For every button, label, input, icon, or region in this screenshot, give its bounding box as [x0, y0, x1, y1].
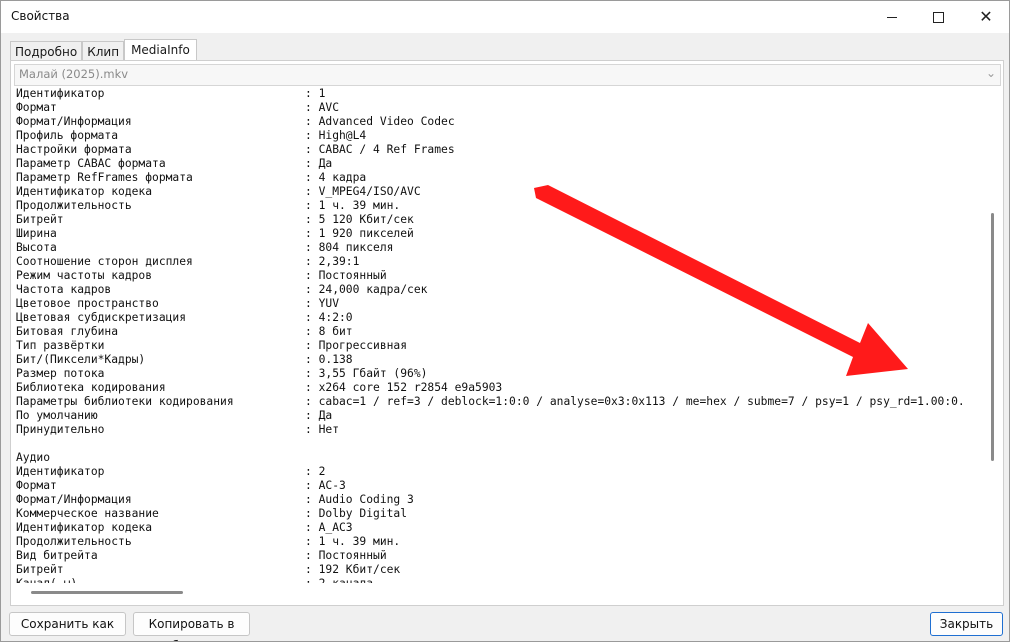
minimize-icon — [887, 16, 897, 18]
info-value: : 1 — [305, 87, 326, 100]
info-value: : Audio Coding 3 — [305, 493, 414, 506]
close-icon: ✕ — [979, 7, 993, 26]
info-value: : 2,39:1 — [305, 255, 360, 268]
maximize-button[interactable] — [915, 1, 961, 33]
info-label: Ширина — [16, 227, 57, 240]
info-value: : YUV — [305, 297, 340, 310]
info-value: : Нет — [305, 423, 340, 436]
info-value: : cabac=1 / ref=3 / deblock=1:0:0 / anal… — [305, 395, 965, 408]
info-value: : 5 120 Кбит/сек — [305, 213, 414, 226]
info-value: : High@L4 — [305, 129, 367, 142]
info-label: Идентификатор — [16, 87, 105, 100]
maximize-icon — [932, 11, 944, 23]
info-label: Параметры библиотеки кодирования — [16, 395, 234, 408]
vertical-scroll-thumb[interactable] — [991, 213, 994, 461]
info-value: : 1 ч. 39 мин. — [305, 535, 401, 548]
info-label: Вид битрейта — [16, 549, 98, 562]
info-label: Высота — [16, 241, 57, 254]
close-button[interactable]: Закрыть — [930, 612, 1003, 636]
info-value: : A_AC3 — [305, 521, 353, 534]
info-value: : 1 920 пикселей — [305, 227, 414, 240]
info-label: Битрейт — [16, 563, 64, 576]
info-label: Битрейт — [16, 213, 64, 226]
vertical-scrollbar[interactable] — [987, 87, 999, 583]
horizontal-scrollbar[interactable] — [14, 585, 985, 597]
info-value: : 0.138 — [305, 353, 353, 366]
info-label: Цветовое пространство — [16, 297, 159, 310]
info-value: : AVC — [305, 101, 340, 114]
info-label: Идентификатор кодека — [16, 185, 153, 198]
info-label: Продолжительность — [16, 199, 132, 212]
save-as-button[interactable]: Сохранить как — [9, 612, 126, 636]
copy-to-buffer-button[interactable]: Копировать в буфер — [133, 612, 250, 641]
tab-clip[interactable]: Клип — [82, 41, 125, 62]
info-value: : 2 канала — [305, 577, 373, 583]
info-label: Принудительно — [16, 423, 105, 436]
info-value: : Advanced Video Codec — [305, 115, 455, 128]
info-label: Библиотека кодирования — [16, 381, 166, 394]
mediainfo-text[interactable]: Идентификатор : 1 Формат : AVC Формат/Информ… — [14, 87, 985, 583]
info-value: : CABAC / 4 Ref Frames — [305, 143, 455, 156]
info-value: : AC-3 — [305, 479, 346, 492]
info-label: Режим частоты кадров — [16, 269, 153, 282]
title-bar: Свойства ✕ — [1, 1, 1009, 33]
info-label: Идентификатор — [16, 465, 105, 478]
info-value: : Постоянный — [305, 549, 387, 562]
info-value: : Dolby Digital — [305, 507, 408, 520]
info-label: Битовая глубина — [16, 325, 119, 338]
info-value: : 24,000 кадра/сек — [305, 283, 428, 296]
info-value: : 1 ч. 39 мин. — [305, 199, 401, 212]
mediainfo-panel: Малай (2025).mkv ⌄ Идентификатор : 1 Форма… — [10, 60, 1004, 606]
close-window-button[interactable]: ✕ — [963, 1, 1009, 33]
info-label: Формат/Информация — [16, 493, 132, 506]
info-value: : 2 — [305, 465, 326, 478]
info-label: Тип развёртки — [16, 339, 105, 352]
info-label: Продолжительность — [16, 535, 132, 548]
file-select-value: Малай (2025).mkv — [19, 67, 129, 81]
info-value: : Постоянный — [305, 269, 387, 282]
info-label: Идентификатор кодека — [16, 521, 153, 534]
minimize-button[interactable] — [869, 1, 915, 33]
info-value: : 192 Кбит/сек — [305, 563, 401, 576]
info-label: Цветовая субдискретизация — [16, 311, 187, 324]
info-label: Аудио — [16, 451, 51, 464]
info-label: По умолчанию — [16, 409, 98, 422]
info-value: : Да — [305, 157, 333, 170]
info-label: Частота кадров — [16, 283, 112, 296]
file-select[interactable]: Малай (2025).mkv ⌄ — [14, 64, 1001, 86]
info-label: Параметр RefFrames формата — [16, 171, 193, 184]
tab-mediainfo[interactable]: MediaInfo — [124, 39, 197, 62]
info-value: : 8 бит — [305, 325, 353, 338]
info-label: Настройки формата — [16, 143, 132, 156]
info-label: Профиль формата — [16, 129, 119, 142]
info-value: : 4 кадра — [305, 171, 367, 184]
info-label: Формат — [16, 479, 57, 492]
info-label: Формат/Информация — [16, 115, 132, 128]
info-value: : Да — [305, 409, 333, 422]
info-label: Параметр CABAC формата — [16, 157, 166, 170]
info-value: : x264 core 152 r2854 e9a5903 — [305, 381, 503, 394]
info-label: Бит/(Пиксели*Кадры) — [16, 353, 146, 366]
info-label: Коммерческое название — [16, 507, 159, 520]
info-label: Канал(-ы) — [16, 577, 77, 583]
window-title: Свойства — [11, 9, 70, 23]
info-label: Формат — [16, 101, 57, 114]
info-label: Размер потока — [16, 367, 105, 380]
info-value: : 3,55 Гбайт (96%) — [305, 367, 428, 380]
info-value: : V_MPEG4/ISO/AVC — [305, 185, 421, 198]
chevron-down-icon: ⌄ — [985, 66, 996, 80]
tab-details[interactable]: Подробно — [10, 41, 83, 62]
info-label: Соотношение сторон дисплея — [16, 255, 193, 268]
horizontal-scroll-thumb[interactable] — [31, 591, 183, 594]
info-value: : 804 пикселя — [305, 241, 394, 254]
info-value: : Прогрессивная — [305, 339, 408, 352]
info-value: : 4:2:0 — [305, 311, 353, 324]
tab-strip: Подробно Клип MediaInfo — [10, 39, 197, 62]
properties-window: Свойства ✕ Подробно Клип MediaInfo Малай… — [0, 0, 1010, 642]
